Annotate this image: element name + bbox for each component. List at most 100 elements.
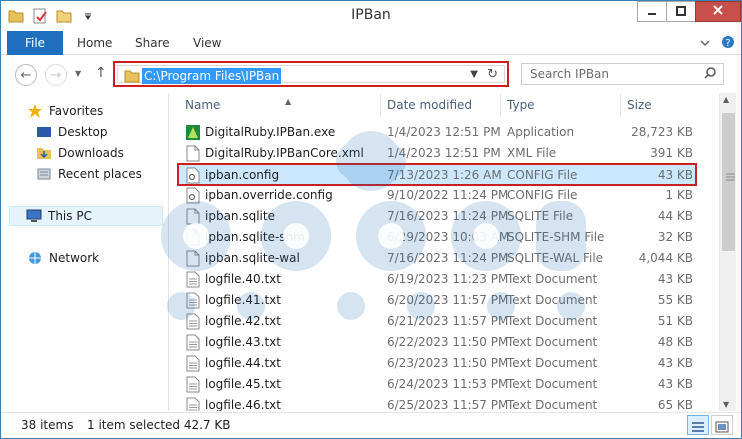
up-arrow-icon[interactable]: ↑ bbox=[95, 65, 107, 81]
text-icon bbox=[185, 376, 201, 393]
status-selection: 1 item selected 42.7 KB bbox=[87, 418, 231, 432]
ribbon-tabs: File Home Share View ? bbox=[1, 31, 741, 55]
file-size: 44 KB bbox=[657, 209, 693, 223]
minimize-icon bbox=[647, 5, 657, 19]
file-row[interactable]: logfile.45.txt 6/24/2023 11:53 PM Text Doc… bbox=[179, 374, 699, 395]
desktop-icon bbox=[36, 124, 52, 140]
close-button[interactable] bbox=[695, 1, 741, 22]
nav-this-pc[interactable]: This PC bbox=[9, 206, 163, 226]
refresh-icon[interactable]: ↻ bbox=[487, 67, 498, 82]
large-icons-view-button[interactable] bbox=[711, 415, 733, 435]
file-date: 6/20/2023 11:57 PM bbox=[387, 293, 509, 307]
text-icon bbox=[185, 334, 201, 351]
nav-network[interactable]: Network bbox=[27, 248, 99, 268]
large-icons-view-icon bbox=[715, 421, 729, 436]
file-row[interactable]: ipban.sqlite 7/16/2023 11:24 PM SQLITE Fil… bbox=[179, 206, 699, 227]
file-name: ipban.sqlite bbox=[205, 209, 275, 223]
address-bar[interactable]: C:\Program Files\IPBan ▼ ↻ bbox=[113, 61, 509, 87]
close-icon bbox=[712, 4, 724, 19]
file-row[interactable]: logfile.40.txt 6/19/2023 11:23 PM Text Doc… bbox=[179, 269, 699, 290]
network-icon bbox=[27, 250, 43, 266]
file-size: 32 KB bbox=[657, 230, 693, 244]
search-input[interactable]: Search IPBan bbox=[521, 63, 724, 85]
tab-home[interactable]: Home bbox=[77, 31, 112, 55]
file-row[interactable]: logfile.43.txt 6/22/2023 11:50 PM Text Doc… bbox=[179, 332, 699, 353]
tab-file[interactable]: File bbox=[7, 31, 63, 55]
text-icon bbox=[185, 313, 201, 330]
file-date: 1/4/2023 12:51 PM bbox=[387, 125, 501, 139]
file-name: logfile.40.txt bbox=[205, 272, 281, 286]
document-icon bbox=[185, 145, 201, 162]
file-name: logfile.42.txt bbox=[205, 314, 281, 328]
column-header-date[interactable]: Date modified bbox=[381, 93, 501, 117]
minimize-button[interactable] bbox=[637, 1, 667, 22]
vertical-scrollbar[interactable]: ▲ ▼ bbox=[719, 93, 736, 411]
status-bar: 38 items 1 item selected 42.7 KB bbox=[1, 412, 741, 438]
address-dropdown-icon[interactable]: ▼ bbox=[470, 69, 478, 80]
file-size: 51 KB bbox=[657, 314, 693, 328]
maximize-button[interactable] bbox=[666, 1, 696, 22]
file-size: 391 KB bbox=[650, 146, 693, 160]
scroll-down-icon[interactable]: ▼ bbox=[723, 400, 729, 409]
tab-share[interactable]: Share bbox=[135, 31, 170, 55]
file-row[interactable]: logfile.42.txt 6/21/2023 11:57 PM Text Doc… bbox=[179, 311, 699, 332]
file-row[interactable]: DigitalRuby.IPBanCore.xml 1/4/2023 12:51 … bbox=[179, 143, 699, 164]
file-name: ipban.config bbox=[205, 168, 280, 182]
file-row[interactable]: ipban.sqlite-wal 7/16/2023 11:24 PM SQLITE… bbox=[179, 248, 699, 269]
file-type: Text Document bbox=[507, 272, 598, 286]
file-row[interactable]: DigitalRuby.IPBan.exe 1/4/2023 12:51 PM Ap… bbox=[179, 122, 699, 143]
file-row[interactable]: ipban.override.config 9/10/2022 11:24 PM C… bbox=[179, 185, 699, 206]
scroll-up-icon[interactable]: ▲ bbox=[723, 95, 729, 104]
nav-favorites-label: Favorites bbox=[49, 104, 104, 118]
nav-desktop[interactable]: Desktop bbox=[36, 122, 108, 142]
file-type: Text Document bbox=[507, 377, 598, 391]
address-path[interactable]: C:\Program Files\IPBan bbox=[142, 68, 282, 84]
file-date: 6/22/2023 11:50 PM bbox=[387, 335, 509, 349]
file-type: Text Document bbox=[507, 356, 598, 370]
column-type-label: Type bbox=[507, 98, 535, 112]
file-date: 6/24/2023 11:53 PM bbox=[387, 377, 509, 391]
file-size: 43 KB bbox=[657, 377, 693, 391]
column-header-type[interactable]: Type bbox=[501, 93, 621, 117]
file-date: 7/13/2023 1:26 AM bbox=[387, 168, 502, 182]
file-date: 1/4/2023 12:51 PM bbox=[387, 146, 501, 160]
recent-locations-icon[interactable]: ▼ bbox=[75, 69, 81, 78]
column-header-size[interactable]: Size bbox=[621, 93, 719, 117]
file-type: Text Document bbox=[507, 314, 598, 328]
file-row[interactable]: ipban.config 7/13/2023 1:26 AM CONFIG File… bbox=[177, 163, 697, 186]
nav-recent-places[interactable]: Recent places bbox=[36, 164, 142, 184]
nav-network-label: Network bbox=[49, 251, 100, 265]
file-row[interactable]: logfile.41.txt 6/20/2023 11:57 PM Text Doc… bbox=[179, 290, 699, 311]
file-type: SQLITE File bbox=[507, 209, 574, 223]
column-header-name[interactable]: Name ▲ bbox=[179, 93, 381, 117]
navigation-pane: Favorites Desktop Downloads Recent place… bbox=[1, 93, 168, 411]
file-date: 6/19/2023 11:23 PM bbox=[387, 272, 509, 286]
file-name: DigitalRuby.IPBan.exe bbox=[205, 125, 336, 139]
config-icon bbox=[185, 167, 201, 184]
file-date: 9/10/2022 11:24 PM bbox=[387, 188, 509, 202]
tab-view[interactable]: View bbox=[193, 31, 221, 55]
window-controls bbox=[637, 1, 741, 22]
file-row[interactable]: logfile.44.txt 6/23/2023 11:50 PM Text Doc… bbox=[179, 353, 699, 374]
star-icon bbox=[27, 103, 43, 119]
nav-this-pc-label: This PC bbox=[48, 209, 92, 223]
navigation-bar: ← → ▼ ↑ C:\Program Files\IPBan ▼ ↻ Searc… bbox=[1, 56, 741, 92]
file-type: Text Document bbox=[507, 398, 598, 411]
forward-button[interactable]: → bbox=[45, 64, 67, 86]
file-type: SQLITE-WAL File bbox=[507, 251, 604, 265]
file-type: Text Document bbox=[507, 293, 598, 307]
nav-downloads[interactable]: Downloads bbox=[36, 143, 124, 163]
scroll-thumb[interactable] bbox=[722, 113, 735, 251]
help-icon[interactable]: ? bbox=[721, 35, 735, 52]
computer-icon bbox=[26, 208, 42, 224]
back-button[interactable]: ← bbox=[15, 64, 37, 86]
nav-favorites[interactable]: Favorites bbox=[27, 101, 103, 121]
file-size: 43 KB bbox=[657, 272, 693, 286]
search-placeholder: Search IPBan bbox=[530, 67, 610, 81]
expand-ribbon-icon[interactable] bbox=[699, 37, 711, 51]
file-row[interactable]: logfile.46.txt 6/25/2023 11:57 PM Text Doc… bbox=[179, 395, 699, 411]
file-row[interactable]: ipban.sqlite-shm 6/29/2023 10:03 AM SQLITE… bbox=[179, 227, 699, 248]
file-type: CONFIG File bbox=[507, 168, 578, 182]
file-size: 28,723 KB bbox=[631, 125, 693, 139]
details-view-button[interactable] bbox=[687, 415, 709, 435]
